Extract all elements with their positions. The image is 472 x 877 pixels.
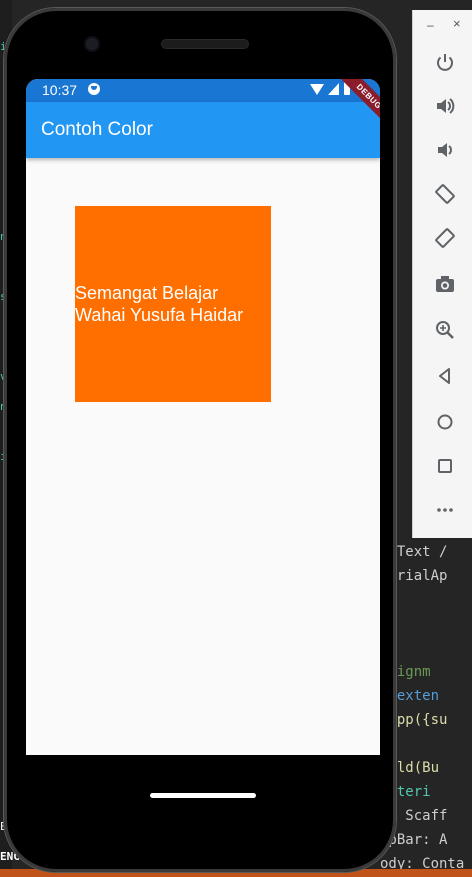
notification-icon (88, 83, 100, 95)
emulator-toolbar: – × (412, 10, 472, 538)
close-button[interactable]: × (453, 16, 461, 31)
earpiece-speaker (162, 40, 248, 48)
front-camera (86, 38, 98, 50)
status-time: 10:37 (42, 82, 78, 98)
phone-frame: 10:37 Contoh Color DEBUG Semangat Belaja… (4, 8, 396, 872)
status-bar: 10:37 (26, 79, 380, 102)
app-bar: Contoh Color (26, 102, 380, 158)
volume-down-icon[interactable] (431, 136, 459, 164)
rotate-left-icon[interactable] (431, 180, 459, 208)
back-icon[interactable] (431, 362, 459, 390)
toolbar-header: – × (413, 10, 472, 38)
app-title: Contoh Color (41, 119, 153, 140)
signal-icon (328, 83, 339, 95)
phone-screen[interactable]: 10:37 Contoh Color DEBUG Semangat Belaja… (26, 79, 380, 755)
home-gesture-bar[interactable] (150, 793, 256, 798)
home-icon[interactable] (431, 408, 459, 436)
colored-container: Semangat Belajar Wahai Yusufa Haidar (75, 206, 271, 402)
power-icon[interactable] (431, 48, 459, 76)
volume-up-icon[interactable] (431, 92, 459, 120)
zoom-icon[interactable] (431, 316, 459, 344)
overview-icon[interactable] (431, 452, 459, 480)
container-text: Semangat Belajar Wahai Yusufa Haidar (75, 283, 244, 325)
more-icon[interactable] (431, 496, 459, 524)
wifi-icon (310, 84, 324, 95)
minimize-button[interactable]: – (427, 18, 434, 32)
camera-icon[interactable] (431, 270, 459, 298)
rotate-right-icon[interactable] (431, 224, 459, 252)
